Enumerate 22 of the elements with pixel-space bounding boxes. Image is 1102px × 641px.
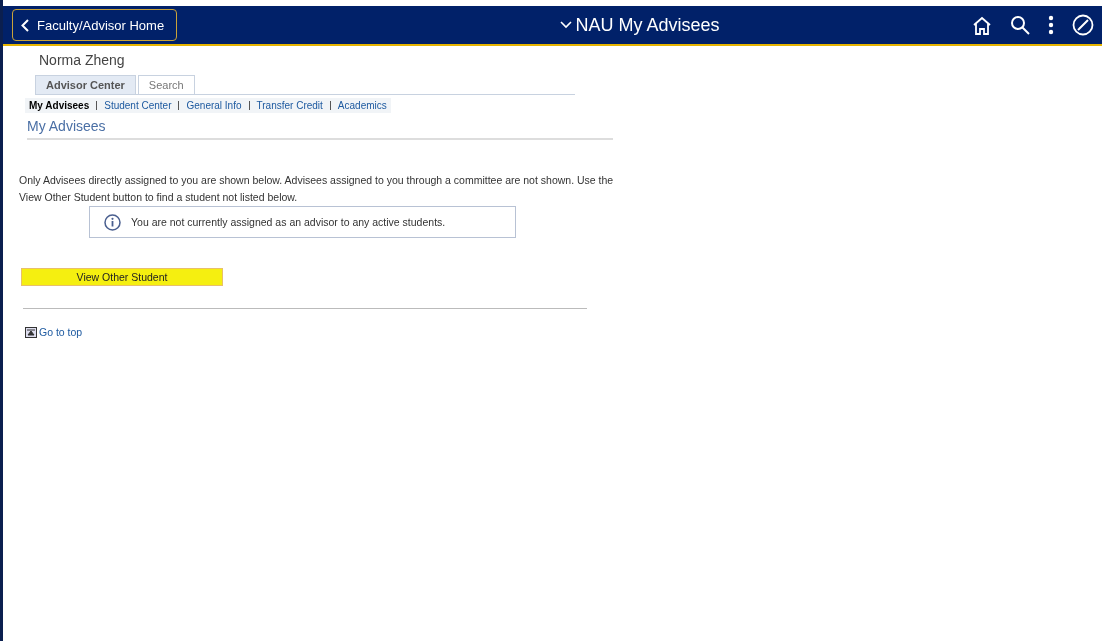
back-button[interactable]: Faculty/Advisor Home (12, 9, 178, 41)
subtab-link[interactable]: Academics (337, 100, 387, 111)
subtab-link[interactable]: General Info (186, 100, 242, 111)
go-to-top-link[interactable]: Go to top (25, 326, 83, 338)
subtab-link[interactable]: Transfer Credit (256, 100, 323, 111)
search-icon[interactable] (1010, 15, 1030, 35)
subtab-link[interactable]: Student Center (104, 100, 172, 111)
go-to-top-icon (25, 326, 37, 338)
home-icon[interactable] (972, 15, 992, 35)
tab[interactable]: Advisor Center (35, 75, 136, 94)
notice-text: You are not currently assigned as an advisor to any active students. (131, 216, 446, 228)
section-title: My Advisees (27, 118, 613, 140)
instructions-text: Only Advisees directly assigned to you are shown below. Advisees assigned to you through a committee are not shown. Use the View Other Student button to find a student not listed below. (19, 173, 615, 205)
chevron-left-icon (21, 18, 29, 32)
user-name: Norma Zheng (39, 52, 126, 68)
more-options-icon[interactable] (1048, 15, 1054, 35)
info-icon (104, 213, 121, 231)
page-title: NAU My Advisees (575, 14, 720, 36)
subtab-link[interactable]: My Advisees (29, 100, 90, 111)
tab[interactable]: Search (137, 75, 195, 94)
chevron-down-icon[interactable] (559, 21, 572, 29)
view-other-student-button[interactable]: View Other Student (21, 268, 223, 286)
